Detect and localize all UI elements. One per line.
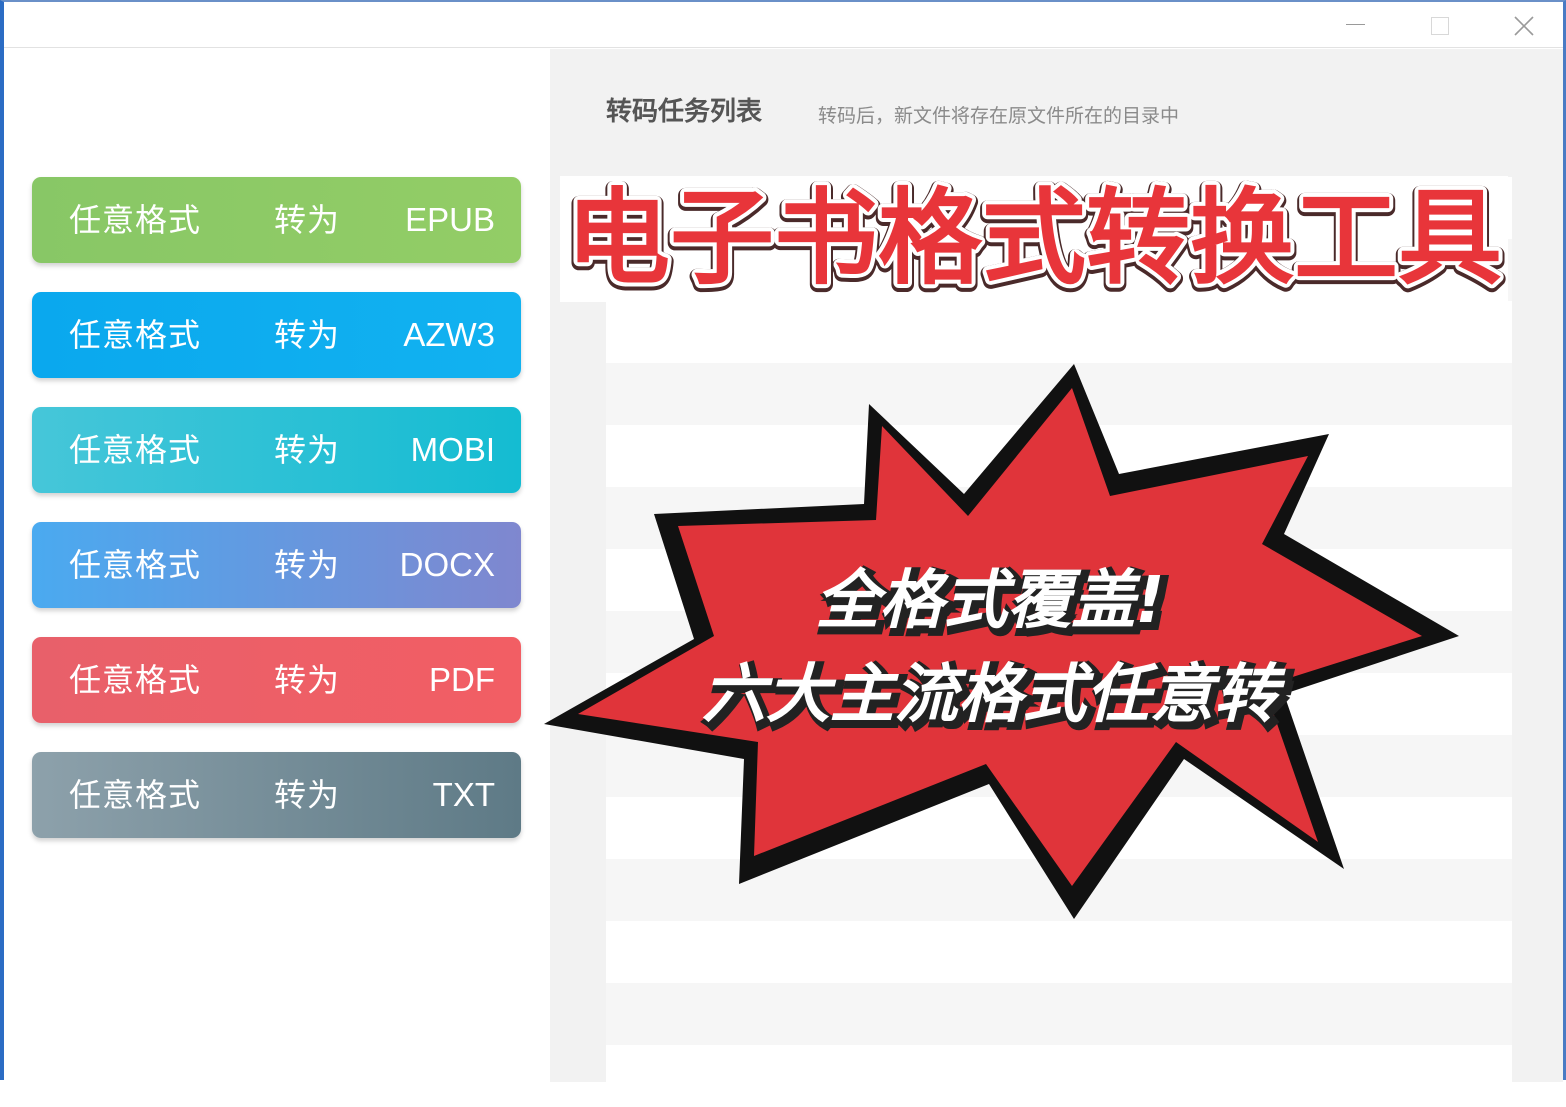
target-format-label: AZW3: [403, 316, 495, 353]
target-format-label: EPUB: [405, 201, 495, 238]
close-icon: [1514, 16, 1534, 36]
promo-banner: 电子书格式转换工具 电子书格式转换工具 电子书格式转换工具: [560, 174, 1508, 304]
convert-epub-button[interactable]: 任意格式 转为 EPUB: [32, 177, 521, 263]
page-hint: 转码后，新文件将存在原文件所在的目录中: [818, 105, 1180, 127]
convert-azw3-button[interactable]: 任意格式 转为 AZW3: [32, 292, 521, 378]
target-format-label: TXT: [432, 776, 495, 813]
convert-docx-button[interactable]: 任意格式 转为 DOCX: [32, 522, 521, 608]
app-window: 任意格式 转为 EPUB 任意格式 转为 AZW3 任意格式 转为 MOBI 任意格式 转为 DOCX…: [0, 0, 1566, 1107]
close-button[interactable]: [1501, 8, 1545, 42]
any-format-label: 任意格式: [69, 431, 202, 469]
any-format-label: 任意格式: [69, 316, 202, 354]
convert-to-label: 转为: [274, 201, 341, 239]
page-title: 转码任务列表: [606, 97, 763, 127]
convert-to-label: 转为: [274, 776, 341, 814]
convert-txt-button[interactable]: 任意格式 转为 TXT: [32, 752, 521, 838]
task-row: [606, 921, 1512, 983]
banner-title: 电子书格式转换工具: [566, 177, 1502, 299]
convert-mobi-button[interactable]: 任意格式 转为 MOBI: [32, 407, 521, 493]
burst-line2: 六大主流格式任意转: [702, 658, 1286, 732]
target-format-label: PDF: [429, 661, 495, 698]
maximize-button[interactable]: [1418, 8, 1462, 42]
convert-to-label: 转为: [274, 661, 341, 699]
convert-to-label: 转为: [274, 431, 341, 469]
minimize-button[interactable]: [1334, 8, 1378, 42]
any-format-label: 任意格式: [69, 546, 202, 584]
target-format-label: DOCX: [399, 546, 495, 583]
task-row: [606, 301, 1512, 363]
promo-burst: 全格式覆盖! 全格式覆盖! 六大主流格式任意转 六大主流格式任意转: [544, 364, 1459, 919]
convert-pdf-button[interactable]: 任意格式 转为 PDF: [32, 637, 521, 723]
task-row: [606, 1045, 1512, 1107]
burst-line1: 全格式覆盖!: [815, 564, 1164, 638]
target-format-label: MOBI: [410, 431, 495, 468]
convert-to-label: 转为: [274, 546, 341, 584]
any-format-label: 任意格式: [69, 661, 202, 699]
task-row: [606, 983, 1512, 1045]
sidebar: 任意格式 转为 EPUB 任意格式 转为 AZW3 任意格式 转为 MOBI 任意格式 转为 DOCX…: [4, 49, 550, 1082]
title-bar: [4, 2, 1563, 48]
any-format-label: 任意格式: [69, 776, 202, 814]
any-format-label: 任意格式: [69, 201, 202, 239]
convert-to-label: 转为: [274, 316, 341, 354]
